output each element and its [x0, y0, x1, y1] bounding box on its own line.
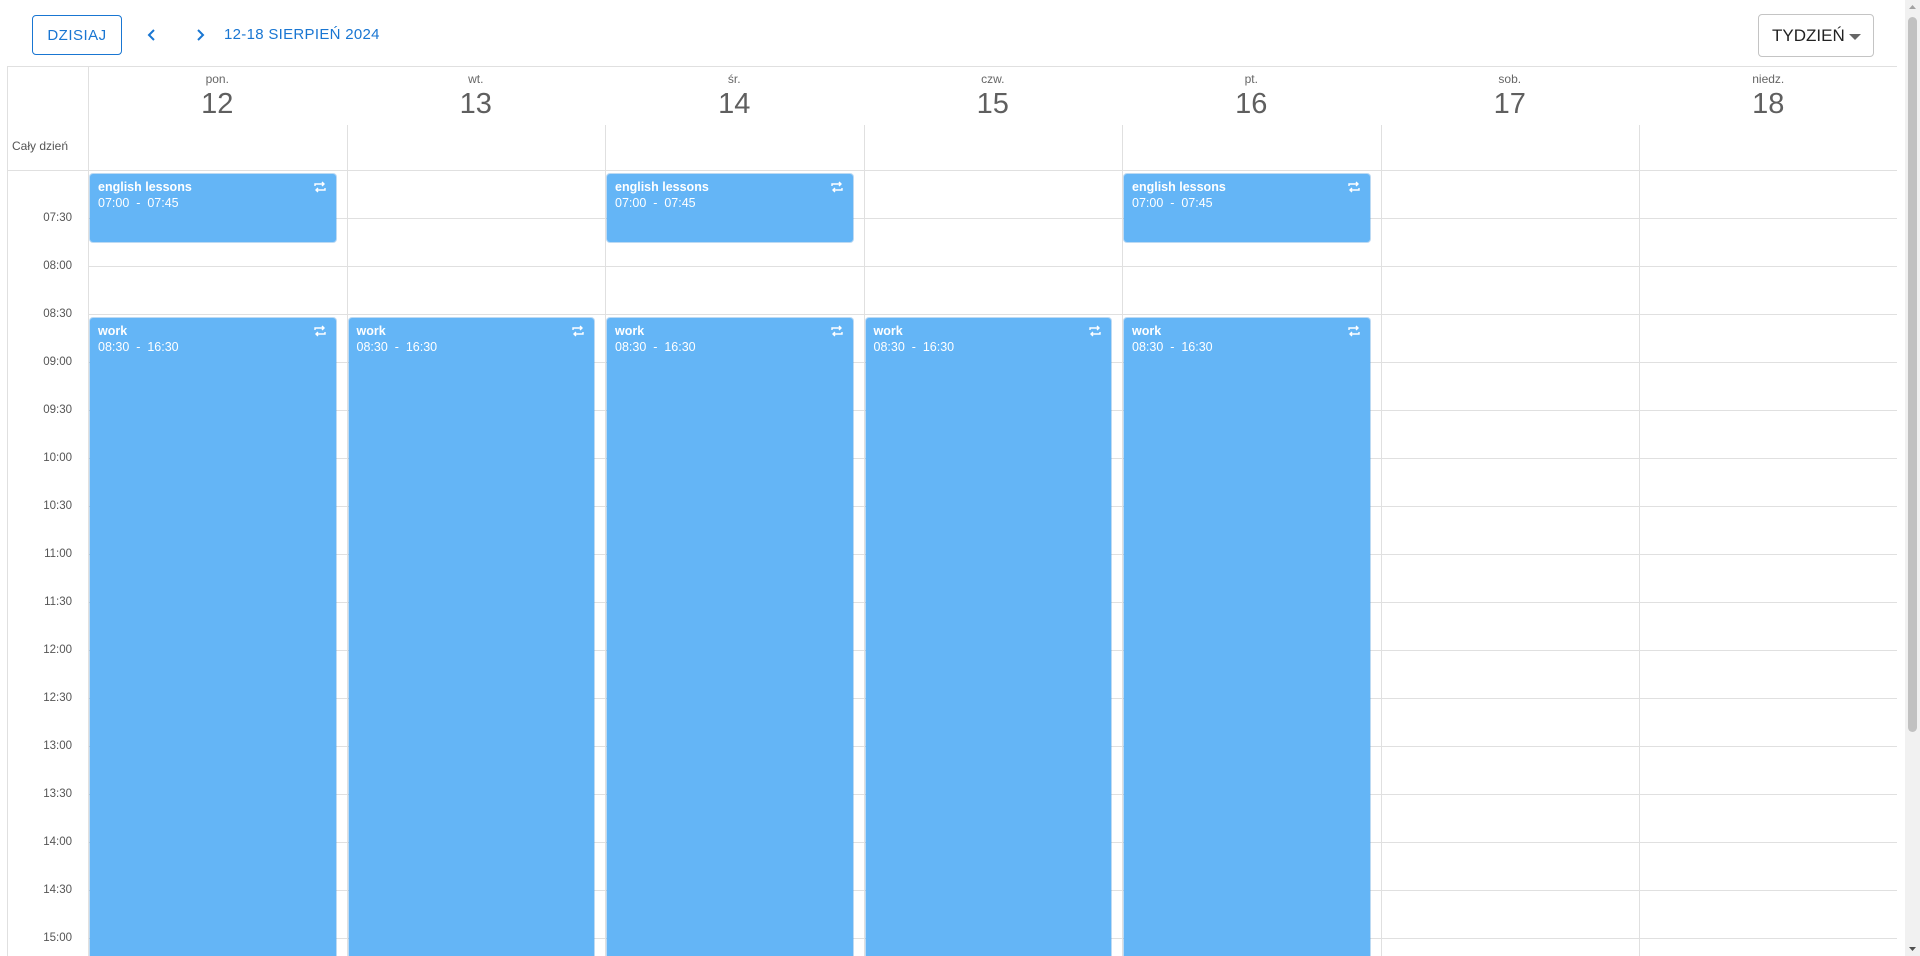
day-column-divider [1639, 125, 1640, 956]
event-time: 07:00 - 07:45 [615, 196, 696, 210]
time-label: 13:00 [43, 740, 72, 752]
day-header-13[interactable]: wt. 13 [347, 67, 606, 125]
caret-down-icon [1849, 34, 1861, 40]
event-work[interactable]: work 08:30 - 16:30 [90, 318, 336, 956]
time-label: 07:30 [43, 212, 72, 224]
event-work[interactable]: work 08:30 - 16:30 [1124, 318, 1370, 956]
day-name: wt. [468, 72, 484, 86]
chevron-left-icon [147, 29, 155, 41]
repeat-icon [313, 181, 326, 193]
view-select-value: TYDZIEŃ [1772, 25, 1845, 45]
calendar-app: DZISIAJ 12-18 SIERPIEŃ 2024 TYDZIEŃ pon.… [0, 0, 1920, 956]
event-title: work [356, 324, 386, 338]
day-name: czw. [981, 72, 1005, 86]
vertical-scrollbar[interactable] [1905, 0, 1920, 956]
event-time: 07:00 - 07:45 [98, 196, 179, 210]
day-number: 17 [1493, 88, 1526, 120]
repeat-icon [830, 181, 843, 193]
event-english-lessons[interactable]: english lessons 07:00 - 07:45 [607, 174, 853, 242]
day-number: 15 [976, 88, 1009, 120]
time-label: 14:00 [43, 836, 72, 848]
time-label: 09:00 [43, 356, 72, 368]
prev-week-button[interactable] [137, 20, 167, 50]
day-column-divider [1380, 125, 1382, 956]
time-gutter-border [88, 67, 89, 956]
day-column-divider [1122, 125, 1123, 956]
day-name: pon. [205, 72, 229, 86]
time-label: 14:30 [43, 884, 72, 896]
event-time: 08:30 - 16:30 [356, 340, 438, 354]
event-english-lessons[interactable]: english lessons 07:00 - 07:45 [1124, 174, 1370, 242]
event-title: work [873, 324, 903, 338]
day-number: 18 [1752, 88, 1785, 120]
day-column-divider [605, 125, 606, 956]
chevron-right-icon [197, 29, 205, 41]
time-label: 08:30 [43, 308, 72, 320]
slot-line [88, 218, 1897, 219]
event-time: 08:30 - 16:30 [1132, 340, 1213, 354]
day-name: niedz. [1752, 72, 1785, 86]
repeat-icon [1347, 181, 1360, 193]
calendar-left-border [7, 67, 8, 956]
slot-line [88, 314, 1897, 315]
day-number: 12 [201, 88, 234, 120]
day-name: pt. [1244, 72, 1258, 86]
event-title: english lessons [98, 180, 192, 194]
date-range-label: 12-18 SIERPIEŃ 2024 [224, 26, 380, 43]
event-work[interactable]: work 08:30 - 16:30 [865, 318, 1111, 956]
scrollbar-thumb[interactable] [1908, 17, 1917, 732]
view-select[interactable]: TYDZIEŃ [1758, 14, 1874, 57]
event-title: work [98, 324, 128, 338]
time-label: 13:30 [43, 788, 72, 800]
repeat-icon [572, 325, 584, 337]
time-label: 11:00 [44, 548, 72, 560]
calendar-toolbar: DZISIAJ 12-18 SIERPIEŃ 2024 TYDZIEŃ [7, 4, 1897, 67]
scroll-down-arrow-icon[interactable] [1905, 942, 1920, 956]
event-title: work [615, 324, 645, 338]
event-title: english lessons [615, 180, 709, 194]
day-name: sob. [1498, 72, 1522, 86]
event-time: 08:30 - 16:30 [615, 340, 696, 354]
event-english-lessons[interactable]: english lessons 07:00 - 07:45 [90, 174, 336, 242]
time-label: 12:00 [43, 644, 72, 656]
day-number: 13 [459, 88, 492, 120]
event-time: 08:30 - 16:30 [873, 340, 955, 354]
day-header-18[interactable]: niedz. 18 [1639, 67, 1898, 125]
repeat-icon [1347, 325, 1360, 337]
event-title: work [1132, 324, 1162, 338]
event-work[interactable]: work 08:30 - 16:30 [607, 318, 853, 956]
time-label: 10:00 [43, 452, 72, 464]
slot-line [88, 266, 1897, 267]
repeat-icon [830, 325, 843, 337]
time-label: 08:00 [43, 260, 72, 272]
day-number: 14 [718, 88, 751, 120]
repeat-icon [1089, 325, 1101, 337]
day-header-17[interactable]: sob. 17 [1381, 67, 1640, 125]
today-button[interactable]: DZISIAJ [32, 15, 122, 55]
time-label: 15:00 [43, 932, 72, 944]
day-number: 16 [1235, 88, 1268, 120]
event-time: 08:30 - 16:30 [98, 340, 179, 354]
event-time: 07:00 - 07:45 [1132, 196, 1213, 210]
repeat-icon [313, 325, 326, 337]
day-header-15[interactable]: czw. 15 [864, 67, 1123, 125]
day-column-divider [863, 125, 865, 956]
day-header-12[interactable]: pon. 12 [88, 67, 347, 125]
next-week-button[interactable] [185, 20, 215, 50]
scroll-up-arrow-icon[interactable] [1905, 0, 1920, 14]
day-name: śr. [727, 72, 741, 86]
time-label: 12:30 [43, 692, 72, 704]
time-label: 11:30 [44, 596, 72, 608]
day-column-divider [346, 125, 348, 956]
allday-separator [7, 170, 1897, 171]
event-title: english lessons [1132, 180, 1226, 194]
allday-label: Cały dzień [12, 139, 69, 153]
time-label: 09:30 [43, 404, 72, 416]
day-header-14[interactable]: śr. 14 [605, 67, 864, 125]
time-label: 10:30 [43, 500, 72, 512]
event-work[interactable]: work 08:30 - 16:30 [348, 318, 594, 956]
day-header-16[interactable]: pt. 16 [1122, 67, 1381, 125]
